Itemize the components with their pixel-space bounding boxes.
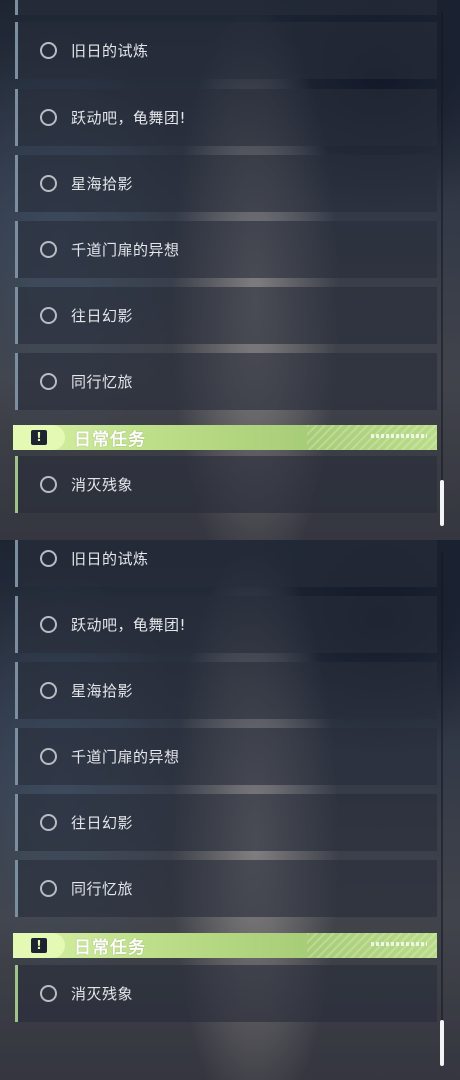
header-decoration-text bbox=[371, 942, 427, 946]
circle-status-icon bbox=[40, 616, 57, 633]
mission-list-panel-bottom: 旧日的试炼 跃动吧，龟舞团! 星海拾影 千道门扉的异想 往日幻影 同行忆旅 ! … bbox=[0, 540, 460, 1080]
daily-missions-header[interactable]: ! 日常任务 bbox=[13, 933, 437, 958]
mission-item[interactable]: 同行忆旅 bbox=[15, 860, 437, 917]
daily-missions-header[interactable]: ! 日常任务 bbox=[13, 425, 437, 450]
section-title: 日常任务 bbox=[74, 430, 146, 450]
circle-status-icon bbox=[40, 373, 57, 390]
header-decoration-text bbox=[371, 434, 427, 438]
mission-item[interactable]: 同行忆旅 bbox=[15, 353, 437, 410]
mission-item-daily[interactable]: 消灭残象 bbox=[15, 456, 437, 513]
mission-label: 消灭残象 bbox=[71, 985, 134, 1003]
mission-item[interactable]: 旧日的试炼 bbox=[15, 22, 437, 79]
mission-label: 千道门扉的异想 bbox=[71, 748, 180, 766]
mission-item[interactable]: 往日幻影 bbox=[15, 794, 437, 851]
scrollbar-track[interactable] bbox=[441, 12, 443, 524]
mission-item-daily[interactable]: 消灭残象 bbox=[15, 965, 437, 1022]
mission-label: 旧日的试炼 bbox=[71, 550, 149, 568]
circle-status-icon bbox=[40, 175, 57, 192]
circle-status-icon bbox=[40, 748, 57, 765]
mission-item[interactable]: 星海拾影 bbox=[15, 662, 437, 719]
mission-label: 星海拾影 bbox=[71, 175, 134, 193]
mission-label: 消灭残象 bbox=[71, 476, 134, 494]
exclamation-icon: ! bbox=[31, 938, 47, 953]
circle-status-icon bbox=[40, 42, 57, 59]
mission-label: 往日幻影 bbox=[71, 814, 134, 832]
mission-label: 跃动吧，龟舞团! bbox=[71, 616, 187, 634]
mission-item[interactable]: 千道门扉的异想 bbox=[15, 221, 437, 278]
mission-label: 同行忆旅 bbox=[71, 880, 134, 898]
mission-list-panel-top: 旧日的试炼 跃动吧，龟舞团! 星海拾影 千道门扉的异想 往日幻影 同行忆旅 ! … bbox=[0, 0, 460, 540]
mission-label: 星海拾影 bbox=[71, 682, 134, 700]
scrollbar-thumb[interactable] bbox=[440, 480, 444, 526]
mission-item[interactable]: 千道门扉的异想 bbox=[15, 728, 437, 785]
circle-status-icon bbox=[40, 550, 57, 567]
mission-label: 同行忆旅 bbox=[71, 373, 134, 391]
mission-label: 跃动吧，龟舞团! bbox=[71, 109, 187, 127]
circle-status-icon bbox=[40, 109, 57, 126]
mission-label: 千道门扉的异想 bbox=[71, 241, 180, 259]
daily-badge: ! bbox=[13, 425, 65, 450]
circle-status-icon bbox=[40, 985, 57, 1002]
mission-item[interactable]: 跃动吧，龟舞团! bbox=[15, 89, 437, 146]
mission-item[interactable]: 往日幻影 bbox=[15, 287, 437, 344]
section-title: 日常任务 bbox=[74, 938, 146, 958]
mission-item-partial bbox=[15, 0, 437, 15]
circle-status-icon bbox=[40, 814, 57, 831]
scrollbar-track[interactable] bbox=[441, 552, 443, 1064]
mission-item[interactable]: 跃动吧，龟舞团! bbox=[15, 596, 437, 653]
circle-status-icon bbox=[40, 307, 57, 324]
circle-status-icon bbox=[40, 476, 57, 493]
circle-status-icon bbox=[40, 241, 57, 258]
mission-item[interactable]: 星海拾影 bbox=[15, 155, 437, 212]
circle-status-icon bbox=[40, 682, 57, 699]
mission-label: 旧日的试炼 bbox=[71, 42, 149, 60]
scrollbar-thumb[interactable] bbox=[440, 1020, 444, 1066]
mission-label: 往日幻影 bbox=[71, 307, 134, 325]
daily-badge: ! bbox=[13, 933, 65, 958]
mission-item[interactable]: 旧日的试炼 bbox=[15, 540, 437, 587]
exclamation-icon: ! bbox=[31, 430, 47, 445]
circle-status-icon bbox=[40, 880, 57, 897]
